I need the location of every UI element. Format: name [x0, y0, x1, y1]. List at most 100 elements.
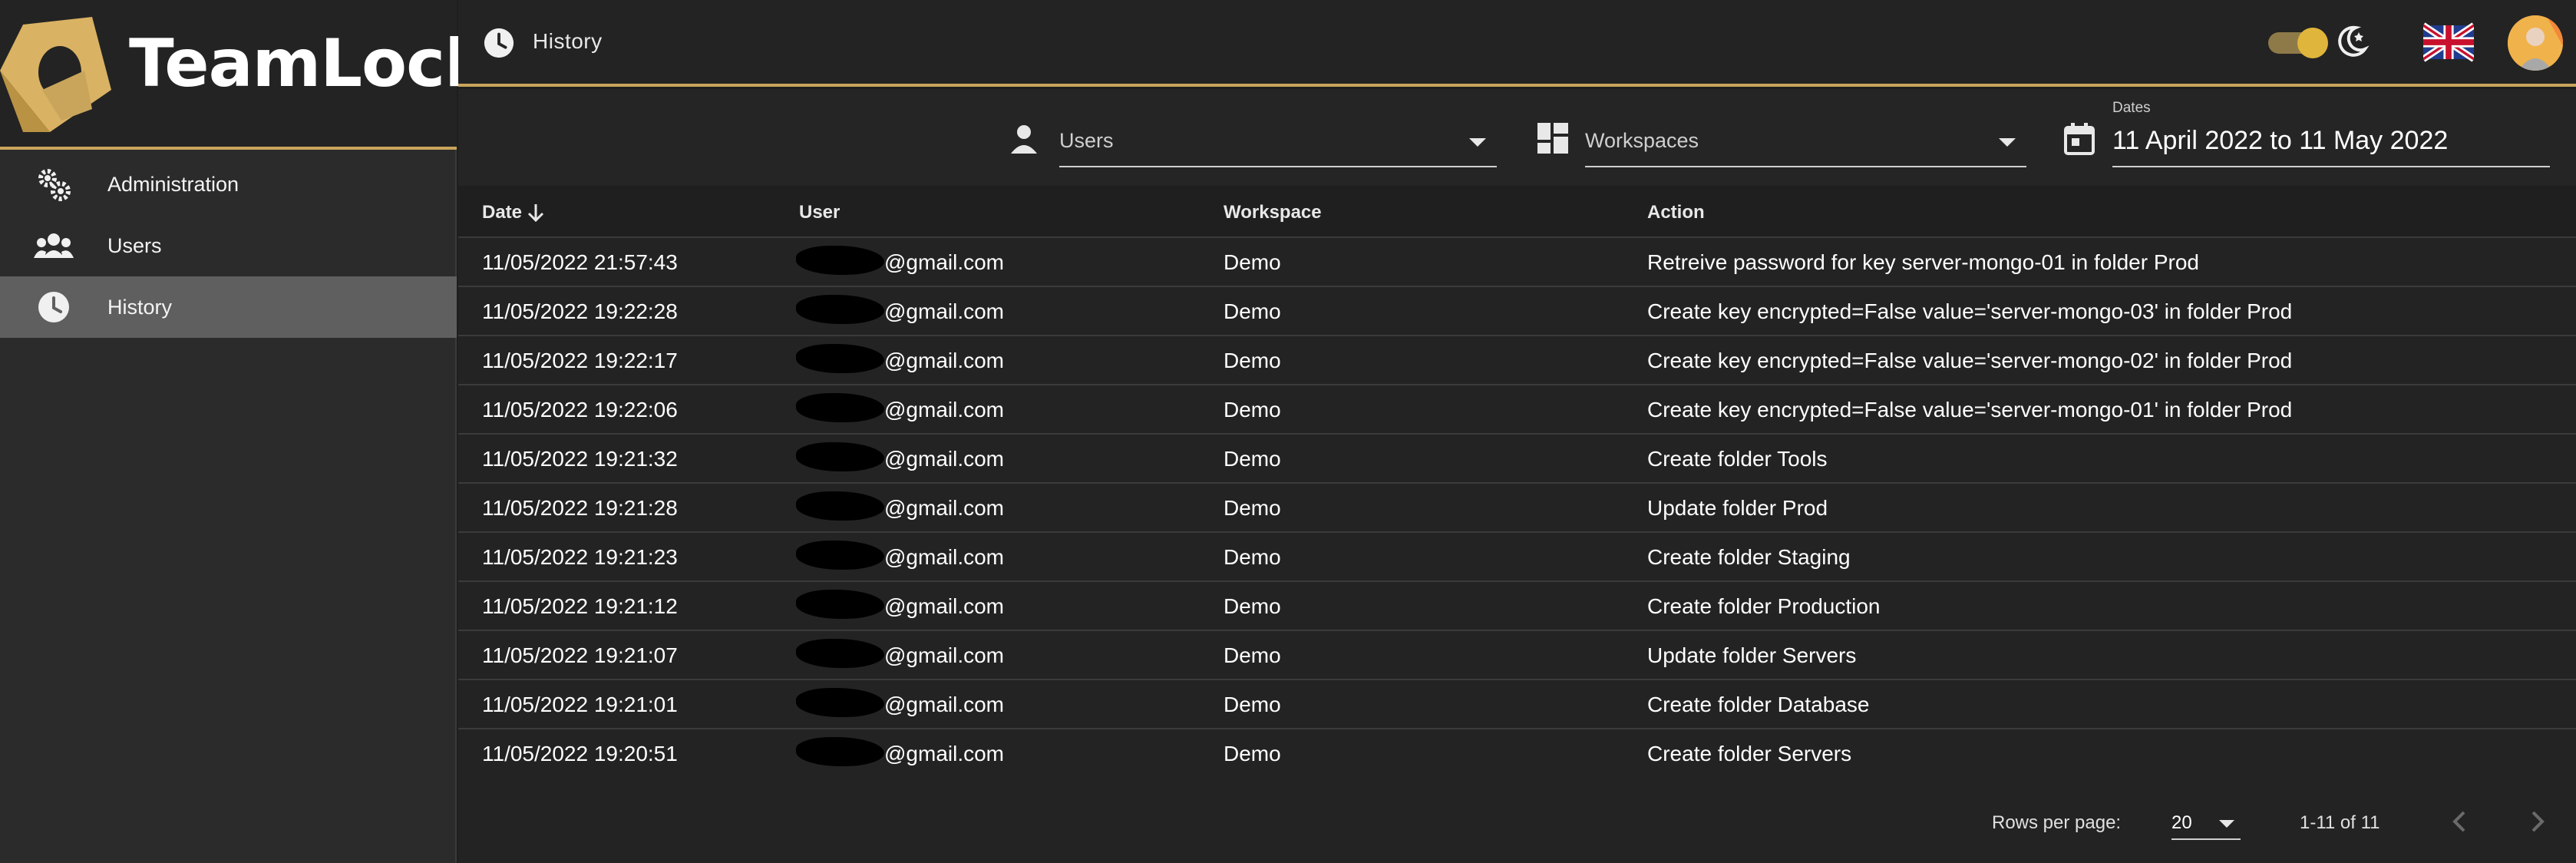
- logo-area: TeamLock: [0, 0, 488, 150]
- users-filter[interactable]: Users: [1059, 121, 1497, 167]
- chevron-down-icon: [1999, 138, 2016, 147]
- table-row: 11/05/2022 19:22:17 @gmail.com Demo Create …: [458, 336, 2576, 385]
- chevron-down-icon: [1469, 138, 1486, 147]
- table-row: 11/05/2022 19:21:28 @gmail.com Demo Update …: [458, 484, 2576, 533]
- chevron-down-icon: [2219, 820, 2234, 828]
- previous-page-button[interactable]: [2445, 806, 2475, 837]
- sidebar-item-label: Users: [107, 233, 162, 257]
- date-cell: 11/05/2022 21:57:43: [482, 250, 678, 274]
- rows-per-page-value: 20: [2171, 812, 2192, 833]
- redacted-username: [796, 393, 884, 422]
- action-cell: Create key encrypted=False value='server…: [1647, 299, 2293, 323]
- date-cell: 11/05/2022 19:22:28: [482, 299, 678, 323]
- person-icon: [1011, 124, 1037, 157]
- workspaces-filter[interactable]: Workspaces: [1585, 121, 2026, 167]
- workspace-column-header[interactable]: Workspace: [1224, 202, 1322, 223]
- page-title: History: [533, 29, 603, 53]
- rows-per-page-label: Rows per page:: [1992, 812, 2122, 833]
- user-cell: @gmail.com: [884, 398, 1005, 422]
- avatar[interactable]: [2508, 15, 2563, 71]
- redacted-username: [796, 688, 884, 717]
- workspace-cell: Demo: [1224, 398, 1281, 422]
- action-column-header[interactable]: Action: [1647, 202, 1705, 223]
- users-icon: [0, 230, 107, 261]
- dates-label: Dates: [2112, 100, 2151, 116]
- table-header: Date User Workspace Action: [458, 187, 2576, 238]
- sidebar-item-history[interactable]: History: [0, 276, 457, 338]
- date-cell: 11/05/2022 19:22:17: [482, 349, 678, 372]
- clock-icon: [0, 290, 107, 324]
- workspace-cell: Demo: [1224, 496, 1281, 520]
- moon-stars-icon[interactable]: [2334, 23, 2370, 62]
- table-row: 11/05/2022 19:22:28 @gmail.com Demo Create …: [458, 287, 2576, 336]
- table-row: 11/05/2022 19:21:01 @gmail.com Demo Create …: [458, 680, 2576, 729]
- workspace-cell: Demo: [1224, 299, 1281, 323]
- pagination-bar: Rows per page: 20 1-11 of 11: [458, 777, 2576, 863]
- workspaces-filter-placeholder: Workspaces: [1585, 129, 1699, 152]
- toggle-knob: [2297, 28, 2328, 58]
- user-column-header[interactable]: User: [799, 202, 840, 223]
- sidebar-item-administration[interactable]: Administration: [0, 154, 457, 215]
- action-cell: Create folder Production: [1647, 594, 1881, 618]
- date-cell: 11/05/2022 19:21:12: [482, 594, 678, 618]
- users-filter-placeholder: Users: [1059, 129, 1114, 152]
- app-name: TeamLock: [129, 25, 488, 102]
- column-header-label: Date: [482, 202, 523, 223]
- action-cell: Update folder Prod: [1647, 496, 1828, 520]
- table-body: 11/05/2022 21:57:43 @gmail.com Demo Retreiv…: [458, 238, 2576, 779]
- top-bar: History: [458, 0, 2576, 87]
- table-row: 11/05/2022 19:22:06 @gmail.com Demo Create …: [458, 385, 2576, 435]
- user-cell: @gmail.com: [884, 299, 1005, 323]
- redacted-username: [796, 295, 884, 324]
- calendar-icon: [2064, 123, 2095, 159]
- redacted-username: [796, 442, 884, 471]
- user-cell: @gmail.com: [884, 545, 1005, 569]
- theme-toggle[interactable]: [2268, 28, 2328, 58]
- workspace-cell: Demo: [1224, 349, 1281, 372]
- workspace-cell: Demo: [1224, 643, 1281, 667]
- sidebar: TeamLock Administration Users History: [0, 0, 488, 863]
- redacted-username: [796, 246, 884, 275]
- sidebar-item-users[interactable]: Users: [0, 215, 457, 276]
- user-cell: @gmail.com: [884, 693, 1005, 716]
- workspace-cell: Demo: [1224, 250, 1281, 274]
- action-cell: Create folder Staging: [1647, 545, 1851, 569]
- arrow-down-icon: [527, 204, 544, 223]
- chevron-left-icon: [2452, 811, 2465, 832]
- rows-per-page-select[interactable]: 20: [2171, 808, 2241, 840]
- sidebar-item-label: Administration: [107, 172, 239, 196]
- table-row: 11/05/2022 19:21:12 @gmail.com Demo Create …: [458, 582, 2576, 631]
- filter-bar: Users Workspaces Dates 11 April 2022 to …: [458, 89, 2576, 186]
- action-cell: Create folder Servers: [1647, 742, 1852, 765]
- date-cell: 11/05/2022 19:22:06: [482, 398, 678, 422]
- action-cell: Update folder Servers: [1647, 643, 1857, 667]
- gears-icon: [0, 166, 107, 203]
- redacted-username: [796, 737, 884, 766]
- action-cell: Create key encrypted=False value='server…: [1647, 349, 2293, 372]
- action-cell: Create folder Tools: [1647, 447, 1828, 471]
- action-cell: Retreive password for key server-mongo-0…: [1647, 250, 2199, 274]
- date-column-header[interactable]: Date: [482, 202, 545, 223]
- uk-flag-icon[interactable]: [2423, 21, 2474, 63]
- dates-field[interactable]: 11 April 2022 to 11 May 2022: [2112, 121, 2550, 167]
- workspace-cell: Demo: [1224, 742, 1281, 765]
- table-row: 11/05/2022 21:57:43 @gmail.com Demo Retreiv…: [458, 238, 2576, 287]
- user-cell: @gmail.com: [884, 496, 1005, 520]
- dashboard-icon: [1537, 123, 1568, 157]
- history-table: Date User Workspace Action 11/05/2022 21…: [458, 187, 2576, 779]
- workspace-cell: Demo: [1224, 447, 1281, 471]
- dates-value: 11 April 2022 to 11 May 2022: [2112, 126, 2449, 155]
- user-cell: @gmail.com: [884, 742, 1005, 765]
- next-page-button[interactable]: [2522, 806, 2552, 837]
- table-row: 11/05/2022 19:20:51 @gmail.com Demo Create …: [458, 729, 2576, 779]
- sidebar-nav: Administration Users History: [0, 154, 457, 338]
- table-row: 11/05/2022 19:21:07 @gmail.com Demo Update …: [458, 631, 2576, 680]
- table-row: 11/05/2022 19:21:32 @gmail.com Demo Create …: [458, 435, 2576, 484]
- chevron-right-icon: [2531, 811, 2545, 832]
- user-cell: @gmail.com: [884, 447, 1005, 471]
- table-row: 11/05/2022 19:21:23 @gmail.com Demo Create …: [458, 533, 2576, 582]
- user-cell: @gmail.com: [884, 643, 1005, 667]
- sidebar-item-label: History: [107, 295, 173, 319]
- action-cell: Create folder Database: [1647, 693, 1870, 716]
- workspace-cell: Demo: [1224, 594, 1281, 618]
